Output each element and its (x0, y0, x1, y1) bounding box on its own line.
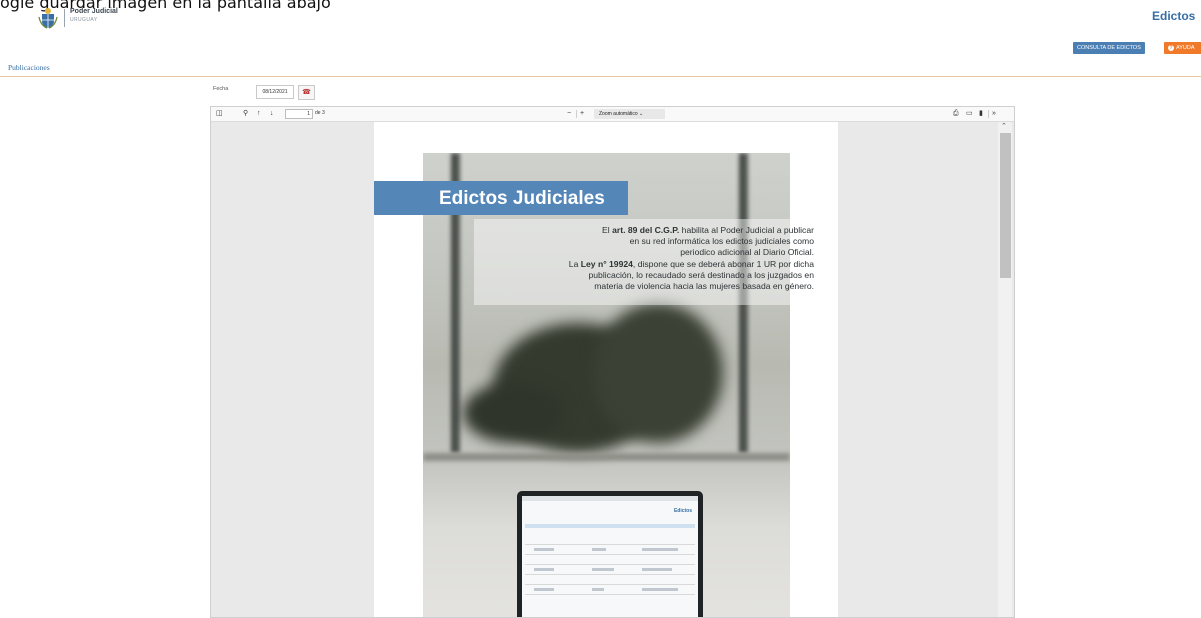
scrollbar-thumb[interactable] (1000, 133, 1011, 278)
open-file-button[interactable]: ▭ (966, 109, 973, 119)
find-button[interactable]: ⚲ (243, 109, 248, 119)
screen-cell (642, 568, 672, 571)
scroll-up-button[interactable]: ⌃ (1001, 122, 1007, 130)
paragraph-line: El art. 89 del C.G.P. habilita al Poder … (514, 225, 814, 236)
page-number-input[interactable]: 1 (285, 109, 313, 119)
screen-cell (534, 588, 554, 591)
previous-page-button[interactable]: ↑ (257, 109, 261, 119)
print-icon: ⎙ (953, 110, 959, 117)
chevron-down-icon: ⌄ (639, 111, 644, 117)
section-title: Publicaciones (8, 63, 50, 72)
screen-cell (534, 568, 554, 571)
fecha-label: Fecha (213, 86, 229, 92)
screen-cell (534, 548, 554, 551)
fecha-input[interactable]: 08/12/2021 (256, 85, 294, 99)
screen-cell (592, 588, 604, 591)
page-total: de 3 (315, 110, 325, 116)
double-chevron-right-icon: » (992, 110, 996, 117)
plant-blur (593, 303, 723, 443)
screen-browser-bar (522, 496, 698, 501)
screen-title: Edictos (673, 508, 692, 514)
laptop-screen: Edictos (522, 496, 698, 617)
window-sill (423, 453, 790, 461)
screen-cell (642, 588, 678, 591)
viewer-toolbar: ◫ ⚲ ↑ ↓ 1 de 3 − + Zoom automático ⌄ ⎙ ▭… (211, 107, 1014, 122)
toolbar-separator (576, 110, 577, 118)
laptop-image: Edictos (517, 491, 703, 617)
app-title: Edictos (1152, 9, 1196, 23)
bookmark-icon: ▮ (979, 110, 983, 117)
zoom-value: Zoom automático (599, 111, 638, 117)
zoom-out-button[interactable]: − (567, 109, 571, 119)
pdf-viewer: ◫ ⚲ ↑ ↓ 1 de 3 − + Zoom automático ⌄ ⎙ ▭… (210, 106, 1015, 618)
next-page-button[interactable]: ↓ (270, 109, 274, 119)
screen-row (525, 574, 695, 575)
zoom-in-icon: + (580, 110, 585, 117)
paragraph-line: publicación, lo recaudado será destinado… (588, 269, 814, 280)
text-run: habilita al Poder Judicial a publicar (679, 225, 814, 235)
print-button[interactable]: ⎙ (953, 109, 959, 119)
arrow-up-icon: ↑ (257, 110, 261, 117)
calendar-button[interactable]: ☎ (298, 85, 315, 100)
screen-row (525, 544, 695, 545)
help-circle-icon: ? (1168, 45, 1174, 51)
screen-row (525, 584, 695, 585)
paragraph-line: periodico adicional al Diario Oficial. (680, 247, 814, 258)
info-paragraph: El art. 89 del C.G.P. habilita al Poder … (514, 225, 814, 292)
coat-of-arms-icon (38, 8, 58, 29)
screen-row (525, 594, 695, 595)
bold-run: art. 89 del C.G.P. (612, 225, 680, 235)
ayuda-label: AYUDA (1176, 45, 1195, 51)
scroll-up-icon: ⌃ (1001, 123, 1007, 130)
pdf-page: Edictos Edictos Judiciales El art. 89 de… (374, 122, 838, 617)
toolbar-separator (988, 110, 989, 118)
text-run: La (568, 258, 581, 269)
org-country: URUGUAY (70, 17, 98, 23)
screen-cell (592, 548, 606, 551)
calendar-icon: ☎ (302, 89, 311, 96)
folder-open-icon: ▭ (966, 110, 973, 117)
screen-row (525, 564, 695, 565)
screen-cell (642, 548, 678, 551)
edictos-banner: Edictos Judiciales (374, 181, 628, 215)
arrow-down-icon: ↓ (270, 110, 274, 117)
search-icon: ⚲ (243, 110, 249, 117)
ayuda-button[interactable]: ? AYUDA (1164, 42, 1201, 54)
screen-highlight-row (525, 524, 695, 528)
plant-blur (463, 383, 563, 443)
tools-menu-button[interactable]: » (992, 109, 996, 119)
org-name: Poder Judicial (70, 8, 118, 15)
zoom-out-icon: − (567, 110, 572, 117)
logo-divider (64, 9, 65, 27)
text-run: El (602, 225, 613, 235)
sidebar-toggle-icon: ◫ (216, 110, 223, 117)
bookmark-button[interactable]: ▮ (979, 109, 983, 119)
sidebar-toggle-button[interactable]: ◫ (216, 109, 223, 119)
screen-row (525, 554, 695, 555)
zoom-in-button[interactable]: + (580, 109, 584, 119)
text-run: , dispone que se deberá abonar 1 UR por … (632, 258, 814, 269)
screen-cell (592, 568, 614, 571)
consulta-edictos-button[interactable]: CONSULTA DE EDICTOS (1073, 42, 1145, 54)
paragraph-line: materia de violencia hacia las mujeres b… (594, 281, 814, 292)
paragraph-line: La Ley n° 19924, dispone que se deberá a… (514, 259, 814, 270)
zoom-select[interactable]: Zoom automático ⌄ (594, 109, 665, 119)
paragraph-line: en su red informática los edictos judici… (629, 236, 814, 247)
bold-run: Ley n° 19924 (580, 258, 633, 269)
section-divider (0, 76, 1201, 77)
banner-title: Edictos Judiciales (439, 188, 605, 209)
